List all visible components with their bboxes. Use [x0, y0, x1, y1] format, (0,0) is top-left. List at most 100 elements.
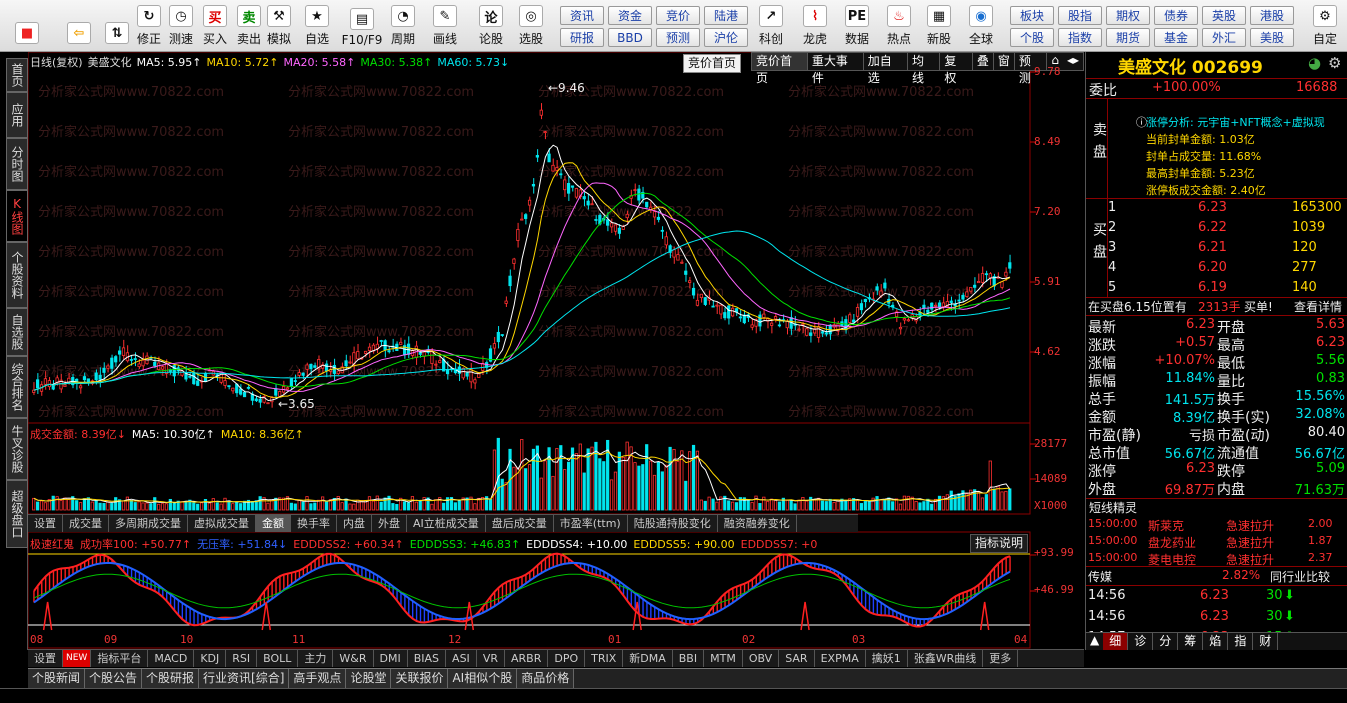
right-tab-细[interactable]: 细: [1103, 633, 1129, 650]
toolbar-button-up-down-arrows[interactable]: ⇅: [100, 3, 134, 49]
small-button-股指[interactable]: 股指: [1058, 6, 1102, 25]
toolbar-button-custom[interactable]: ⚙ 自定: [1306, 3, 1344, 49]
small-button-竞价[interactable]: 竞价: [656, 6, 700, 25]
color-wheel-icon[interactable]: ◕: [1308, 54, 1321, 72]
indicator-tab-EXPMA[interactable]: EXPMA: [815, 650, 866, 667]
left-tab-分时图[interactable]: 分时图: [6, 138, 28, 190]
kline-chart-svg[interactable]: 分析家公式网www.70822.com 分析家公式网www.70822.com 分析…: [28, 52, 1084, 650]
right-tab-财[interactable]: 财: [1253, 633, 1279, 650]
indicator-tab-BIAS[interactable]: BIAS: [408, 650, 447, 667]
small-button-基金[interactable]: 基金: [1154, 28, 1198, 47]
indicator-tab-指标平台[interactable]: 指标平台: [91, 650, 149, 667]
indicator-tab-ASI[interactable]: ASI: [446, 650, 477, 667]
bottom-tab-行业资讯[综合][interactable]: 行业资讯[综合]: [199, 669, 290, 688]
toolbar-button-论股[interactable]: 论论股: [474, 3, 508, 49]
kline-chart-area[interactable]: 分析家公式网www.70822.com 分析家公式网www.70822.com 分析…: [28, 52, 1084, 667]
small-button-预测[interactable]: 预测: [656, 28, 700, 47]
bottom-tab-个股研报[interactable]: 个股研报: [142, 669, 200, 688]
toolbar-button-画线[interactable]: ✎ 画线: [428, 3, 462, 49]
left-tab-超级盘口[interactable]: 超级盘口: [6, 480, 28, 548]
tab-scroll-icon[interactable]: ▲: [1086, 633, 1103, 650]
indicator-tab-OBV[interactable]: OBV: [743, 650, 780, 667]
toolbar-button-模拟[interactable]: ⚒ 模拟: [262, 3, 296, 49]
bottom-tab-个股公告[interactable]: 个股公告: [85, 669, 143, 688]
indicator-tab-KDJ[interactable]: KDJ: [194, 650, 227, 667]
small-button-BBD[interactable]: BBD: [608, 28, 652, 47]
small-button-板块[interactable]: 板块: [1010, 6, 1054, 25]
toolbar-button-科创[interactable]: ↗ 科创: [752, 3, 790, 49]
small-button-沪伦[interactable]: 沪伦: [704, 28, 748, 47]
small-button-资金[interactable]: 资金: [608, 6, 652, 25]
indicator-tab-新DMA[interactable]: 新DMA: [623, 650, 673, 667]
indicator-tab-SAR[interactable]: SAR: [779, 650, 815, 667]
bottom-tab-关联报价[interactable]: 关联报价: [391, 669, 449, 688]
left-tab-自选股[interactable]: 自选股: [6, 308, 28, 356]
indicator-tab-W&R[interactable]: W&R: [333, 650, 374, 667]
toolbar-button-windows[interactable]: ■: [10, 3, 44, 49]
sector-compare-button[interactable]: 同行业比较: [1270, 568, 1330, 585]
small-button-研报[interactable]: 研报: [560, 28, 604, 47]
indicator-tab-ARBR[interactable]: ARBR: [505, 650, 549, 667]
volume-tab-多周期成交量[interactable]: 多周期成交量: [109, 515, 188, 532]
left-tab-个股资料[interactable]: 个股资料: [6, 242, 28, 308]
volume-tab-融资融券变化[interactable]: 融资融券变化: [718, 515, 797, 532]
elf-stock[interactable]: 斯莱克: [1148, 517, 1184, 534]
indicator-tab-张鑫WR曲线[interactable]: 张鑫WR曲线: [908, 650, 984, 667]
toolbar-button-选股[interactable]: ◎ 选股: [514, 3, 548, 49]
bottom-tab-商品价格[interactable]: 商品价格: [517, 669, 575, 688]
toolbar-button-自选[interactable]: ★ 自选: [300, 3, 334, 49]
volume-tab-成交量[interactable]: 成交量: [63, 515, 109, 532]
toolbar-button-龙虎[interactable]: ⌇ 龙虎: [796, 3, 834, 49]
toolbar-button-卖出[interactable]: 卖卖出: [232, 3, 266, 49]
left-tab-应用[interactable]: 应用: [6, 92, 28, 138]
elf-stock[interactable]: 盘龙药业: [1148, 534, 1196, 551]
indicator-tab-VR[interactable]: VR: [477, 650, 505, 667]
toolbar-button-数据[interactable]: PE 数据: [838, 3, 876, 49]
volume-tab-设置[interactable]: 设置: [28, 515, 63, 532]
right-tab-指[interactable]: 指: [1228, 633, 1254, 650]
right-tab-焰[interactable]: 焰: [1203, 633, 1229, 650]
indicator-tab-擒妖1[interactable]: 擒妖1: [866, 650, 908, 667]
small-button-资讯[interactable]: 资讯: [560, 6, 604, 25]
left-tab-首页[interactable]: 首页: [6, 58, 28, 92]
small-button-期货[interactable]: 期货: [1106, 28, 1150, 47]
toolbar-button-测速[interactable]: ◷ 测速: [164, 3, 198, 49]
indicator-tab-TRIX[interactable]: TRIX: [585, 650, 624, 667]
right-tab-分[interactable]: 分: [1153, 633, 1179, 650]
volume-tab-换手率[interactable]: 换手率: [291, 515, 337, 532]
chart-button-重大事件[interactable]: 重大事件: [808, 53, 864, 85]
toolbar-button-买入[interactable]: 买买入: [198, 3, 232, 49]
small-button-期权[interactable]: 期权: [1106, 6, 1150, 25]
indicator-tab-DMI[interactable]: DMI: [374, 650, 408, 667]
bottom-tab-高手观点[interactable]: 高手观点: [289, 669, 347, 688]
toolbar-button-热点[interactable]: ♨ 热点: [880, 3, 918, 49]
small-button-指数[interactable]: 指数: [1058, 28, 1102, 47]
right-tab-诊[interactable]: 诊: [1128, 633, 1154, 650]
left-tab-综合排名[interactable]: 综合排名: [6, 356, 28, 418]
chart-button-窗[interactable]: 窗: [994, 53, 1015, 70]
small-button-港股[interactable]: 港股: [1250, 6, 1294, 25]
chart-button-竞价首页[interactable]: 竞价首页: [752, 53, 808, 85]
small-button-债券[interactable]: 债券: [1154, 6, 1198, 25]
small-button-美股[interactable]: 美股: [1250, 28, 1294, 47]
volume-tab-陆股通持股变化[interactable]: 陆股通持股变化: [628, 515, 718, 532]
indicator-tab-设置[interactable]: 设置: [28, 650, 63, 667]
indicator-tab-更多[interactable]: 更多: [983, 650, 1019, 667]
indicator-tab-RSI[interactable]: RSI: [226, 650, 258, 667]
toolbar-button-新股[interactable]: ▦ 新股: [920, 3, 958, 49]
volume-tab-内盘[interactable]: 内盘: [337, 515, 372, 532]
indicator-tab-NEW[interactable]: NEW: [63, 650, 92, 667]
indicator-tab-MTM[interactable]: MTM: [704, 650, 743, 667]
menu-arrow-icon[interactable]: ◂▸: [1063, 53, 1083, 70]
volume-tab-盘后成交量[interactable]: 盘后成交量: [486, 515, 554, 532]
small-button-个股[interactable]: 个股: [1010, 28, 1054, 47]
volume-tab-外盘[interactable]: 外盘: [372, 515, 407, 532]
chart-button-加自选[interactable]: 加自选: [864, 53, 908, 85]
toolbar-button-F10/F9[interactable]: ▤ F10/F9: [340, 3, 384, 49]
small-button-外汇[interactable]: 外汇: [1202, 28, 1246, 47]
toolbar-button-back-arrow[interactable]: ⇦: [62, 3, 96, 49]
indicator-help-button[interactable]: 指标说明: [970, 534, 1029, 553]
bottom-tab-AI相似个股[interactable]: AI相似个股: [448, 669, 518, 688]
small-button-陆港[interactable]: 陆港: [704, 6, 748, 25]
indicator-tab-MACD[interactable]: MACD: [148, 650, 195, 667]
